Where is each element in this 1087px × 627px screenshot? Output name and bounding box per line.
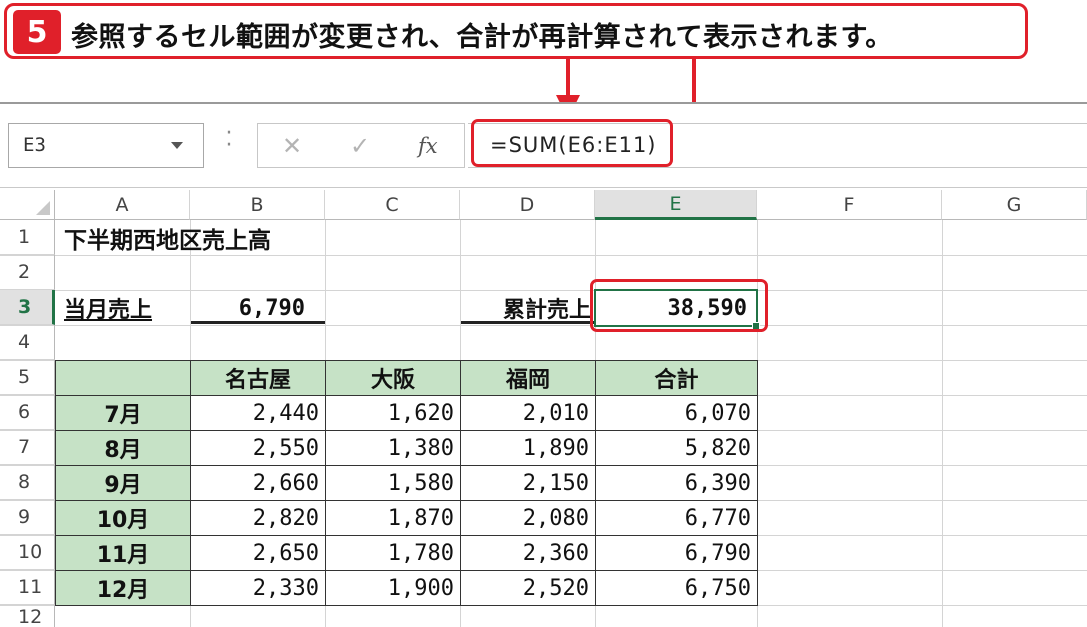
formula-highlight xyxy=(471,119,673,167)
table-cell[interactable]: 2,650 xyxy=(190,535,326,571)
table-header-fukuoka[interactable]: 福岡 xyxy=(460,360,596,396)
row-header-5[interactable]: 5 xyxy=(0,360,55,395)
insert-function-icon[interactable]: fx xyxy=(418,134,438,158)
cell-highlight xyxy=(590,279,768,332)
month-label-cell[interactable]: 当月売上 xyxy=(56,291,190,325)
table-cell[interactable]: 1,780 xyxy=(325,535,461,571)
table-cell[interactable]: 1,380 xyxy=(325,430,461,466)
table-row-month[interactable]: 11月 xyxy=(55,535,191,571)
drag-handle-icon[interactable]: · · xyxy=(225,123,233,157)
table-cell[interactable]: 2,010 xyxy=(460,395,596,431)
table-row-month[interactable]: 9月 xyxy=(55,465,191,501)
row-header-11[interactable]: 11 xyxy=(0,570,55,605)
name-box-value: E3 xyxy=(23,134,46,156)
table-cell[interactable]: 1,900 xyxy=(325,570,461,606)
table-cell[interactable]: 2,660 xyxy=(190,465,326,501)
formula-buttons: ✕ ✓ fx xyxy=(257,123,465,168)
table-cell[interactable]: 1,870 xyxy=(325,500,461,536)
chevron-down-icon[interactable] xyxy=(171,142,183,149)
excel-window: E3 · · ✕ ✓ fx =SUM(E6:E11) A B C D E F G… xyxy=(0,102,1087,627)
row-header-2[interactable]: 2 xyxy=(0,255,55,290)
table-cell[interactable]: 6,750 xyxy=(595,570,758,606)
row-header-12[interactable]: 12 xyxy=(0,605,55,627)
table-cell[interactable]: 2,520 xyxy=(460,570,596,606)
row-header-4[interactable]: 4 xyxy=(0,325,55,360)
table-cell[interactable]: 2,550 xyxy=(190,430,326,466)
cancel-icon[interactable]: ✕ xyxy=(282,132,302,160)
cumulative-underline xyxy=(461,321,595,324)
table-cell[interactable]: 2,330 xyxy=(190,570,326,606)
table-row-month[interactable]: 8月 xyxy=(55,430,191,466)
column-header-a[interactable]: A xyxy=(55,190,190,220)
row-header-7[interactable]: 7 xyxy=(0,430,55,465)
select-all-corner[interactable] xyxy=(0,190,55,220)
select-all-icon xyxy=(36,201,50,215)
table-cell[interactable]: 2,820 xyxy=(190,500,326,536)
column-header-g[interactable]: G xyxy=(942,190,1087,220)
table-header-total[interactable]: 合計 xyxy=(595,360,758,396)
table-header-nagoya[interactable]: 名古屋 xyxy=(190,360,326,396)
step-callout: 5 参照するセル範囲が変更され、合計が再計算されて表示されます。 xyxy=(4,3,1028,59)
row-header-6[interactable]: 6 xyxy=(0,395,55,430)
table-cell[interactable]: 5,820 xyxy=(595,430,758,466)
table-header-osaka[interactable]: 大阪 xyxy=(325,360,461,396)
arrow-to-formula xyxy=(566,59,570,97)
row-header-3[interactable]: 3 xyxy=(0,290,55,325)
sheet-title[interactable]: 下半期西地区売上高 xyxy=(56,221,456,255)
table-cell[interactable]: 1,580 xyxy=(325,465,461,501)
column-header-e[interactable]: E xyxy=(595,190,757,220)
table-cell[interactable]: 1,890 xyxy=(460,430,596,466)
table-cell[interactable]: 2,360 xyxy=(460,535,596,571)
table-cell[interactable]: 6,790 xyxy=(595,535,758,571)
cumulative-label-cell[interactable]: 累計売上 xyxy=(461,291,595,325)
column-header-d[interactable]: D xyxy=(460,190,595,220)
worksheet-grid[interactable]: A B C D E F G 1 2 3 4 5 6 7 8 9 10 11 12… xyxy=(0,190,1087,627)
table-cell[interactable]: 2,440 xyxy=(190,395,326,431)
step-instruction: 参照するセル範囲が変更され、合計が再計算されて表示されます。 xyxy=(71,22,893,53)
row-header-9[interactable]: 9 xyxy=(0,500,55,535)
table-cell[interactable]: 2,150 xyxy=(460,465,596,501)
table-row-month[interactable]: 10月 xyxy=(55,500,191,536)
table-header-blank[interactable] xyxy=(55,360,191,396)
row-header-1[interactable]: 1 xyxy=(0,220,55,255)
table-cell[interactable]: 6,070 xyxy=(595,395,758,431)
name-box[interactable]: E3 xyxy=(8,123,204,168)
month-underline xyxy=(191,321,325,324)
table-cell[interactable]: 1,620 xyxy=(325,395,461,431)
column-header-b[interactable]: B xyxy=(190,190,325,220)
table-cell[interactable]: 2,080 xyxy=(460,500,596,536)
table-row-month[interactable]: 12月 xyxy=(55,570,191,606)
month-value-cell[interactable]: 6,790 xyxy=(191,291,311,325)
column-header-f[interactable]: F xyxy=(757,190,942,220)
row-header-8[interactable]: 8 xyxy=(0,465,55,500)
table-cell[interactable]: 6,390 xyxy=(595,465,758,501)
table-cell[interactable]: 6,770 xyxy=(595,500,758,536)
enter-icon[interactable]: ✓ xyxy=(350,132,370,160)
column-header-c[interactable]: C xyxy=(325,190,460,220)
step-number-badge: 5 xyxy=(13,10,61,54)
row-header-10[interactable]: 10 xyxy=(0,535,55,570)
table-row-month[interactable]: 7月 xyxy=(55,395,191,431)
